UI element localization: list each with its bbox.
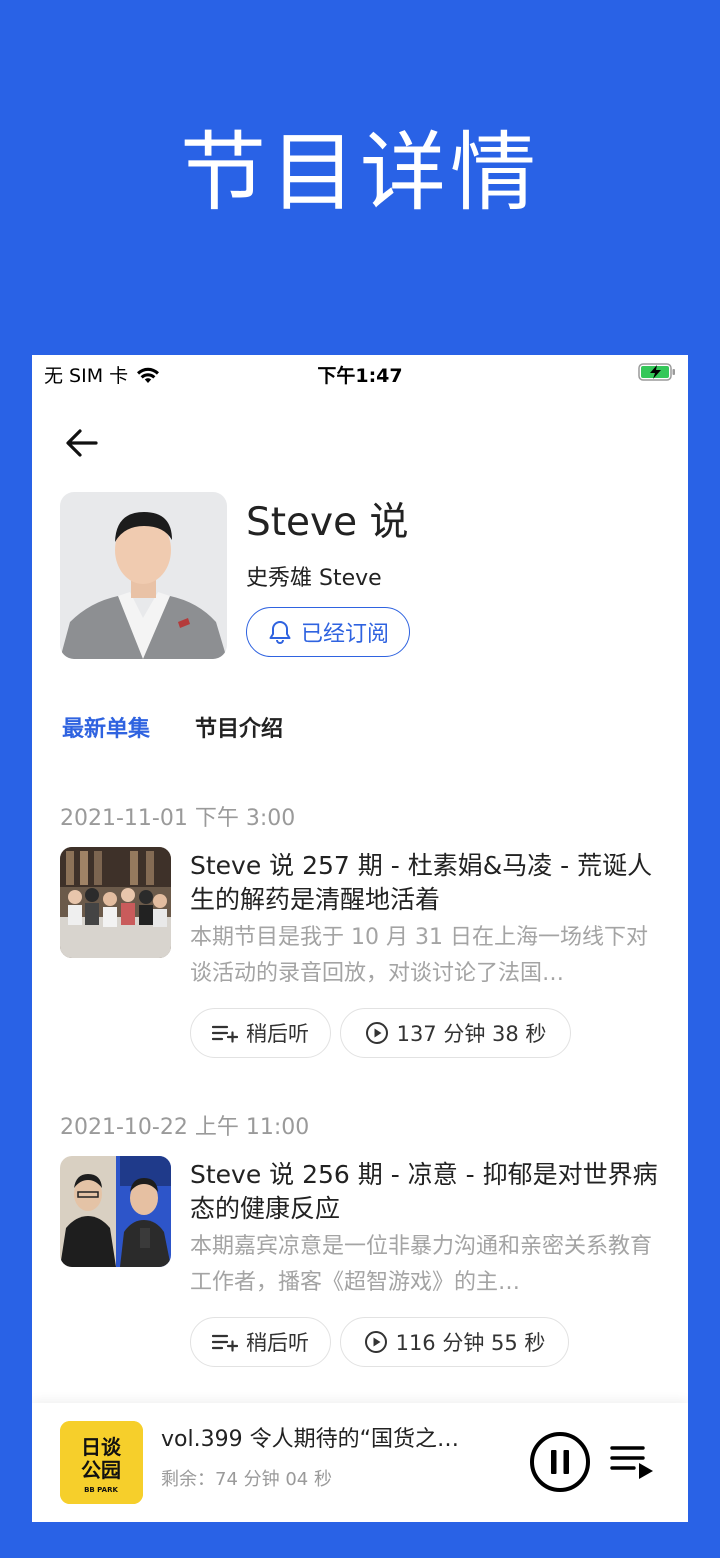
status-bar: 无 SIM 卡 下午1:47	[32, 355, 688, 391]
play-circle-icon	[364, 1331, 387, 1353]
episode-thumbnail[interactable]	[60, 1156, 171, 1267]
now-playing-artwork[interactable]: 日谈 公园 BB PARK	[60, 1421, 143, 1504]
tab-latest-episodes[interactable]: 最新单集	[62, 711, 150, 743]
bell-icon	[269, 621, 291, 644]
episode-title[interactable]: Steve 说 257 期 - 杜素娟&马凌 - 荒诞人生的解药是清醒地活着	[190, 849, 660, 917]
episode-date: 2021-11-01 下午 3:00	[60, 806, 296, 831]
episode-thumbnail[interactable]	[60, 847, 171, 958]
battery-charging-icon	[638, 363, 675, 381]
episode-duration: 137 分钟 38 秒	[396, 1022, 547, 1046]
playlist-add-icon	[212, 1025, 238, 1043]
now-playing-remaining: 剩余：74 分钟 04 秒	[161, 1469, 332, 1490]
episode-description: 本期嘉宾凉意是一位非暴力沟通和亲密关系教育工作者，播客《超智游戏》的主…	[190, 1234, 653, 1295]
mini-player[interactable]: 日谈 公园 BB PARK vol.399 令人期待的“国货之… 剩余：74 分…	[32, 1403, 688, 1522]
subscribed-label: 已经订阅	[300, 622, 389, 647]
status-time: 下午1:47	[317, 365, 403, 387]
play-episode-button[interactable]: 116 分钟 55 秒	[340, 1317, 569, 1367]
banner-title: 节目详情	[180, 123, 540, 223]
play-queue-icon[interactable]	[609, 1441, 655, 1483]
podcast-author: 史秀雄 Steve	[246, 566, 382, 591]
playlist-add-icon	[212, 1334, 238, 1352]
tab-show-intro[interactable]: 节目介绍	[195, 711, 283, 743]
listen-later-button[interactable]: 稍后听	[190, 1317, 331, 1367]
play-episode-button[interactable]: 137 分钟 38 秒	[340, 1008, 571, 1058]
play-circle-icon	[365, 1022, 388, 1044]
episode-duration: 116 分钟 55 秒	[395, 1331, 546, 1355]
artwork-text-line1: 日谈	[81, 1435, 122, 1459]
episode-title[interactable]: Steve 说 256 期 - 凉意 - 抑郁是对世界病态的健康反应	[190, 1158, 660, 1226]
now-playing-title[interactable]: vol.399 令人期待的“国货之…	[161, 1421, 501, 1453]
pause-button-icon[interactable]	[529, 1431, 591, 1493]
back-arrow-icon[interactable]	[62, 423, 102, 463]
phone-screen: 无 SIM 卡 下午1:47 Steve 说 史秀雄 Steve 已经订阅 最新…	[32, 355, 688, 1522]
podcast-title: Steve 说	[246, 500, 409, 545]
episode-description: 本期节目是我于 10 月 31 日在上海一场线下对谈活动的录音回放，对谈讨论了法…	[190, 925, 648, 986]
listen-later-button[interactable]: 稍后听	[190, 1008, 331, 1058]
subscribed-button[interactable]: 已经订阅	[246, 607, 410, 657]
artwork-text-line2: 公园	[81, 1458, 121, 1482]
artwork-text-sub: BB PARK	[84, 1486, 118, 1494]
podcast-cover	[60, 492, 227, 659]
listen-later-label: 稍后听	[246, 1331, 309, 1355]
listen-later-label: 稍后听	[246, 1022, 309, 1046]
episode-date: 2021-10-22 上午 11:00	[60, 1115, 310, 1140]
